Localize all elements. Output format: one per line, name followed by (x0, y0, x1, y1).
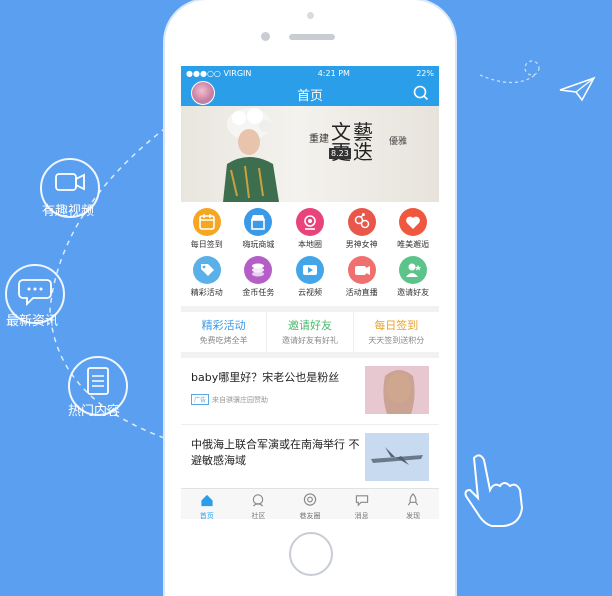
search-icon[interactable] (413, 85, 429, 101)
message-icon (355, 495, 368, 507)
tab-circle[interactable]: 巷友圈 (284, 489, 336, 519)
list-item[interactable]: 中俄海上联合军演或在南海举行 不避敏感海域 (181, 425, 439, 492)
grid-item[interactable]: 男神女神 (336, 208, 388, 250)
list-item[interactable]: baby哪里好？宋老公也是粉丝 广告 来自骐骥庄园赞助 (181, 358, 439, 425)
grid-item[interactable]: 唯美邂逅 (387, 208, 439, 250)
promo-strip: 精彩活动 免费吃烤全羊 邀请好友 邀请好友有好礼 每日签到 天天签到送积分 (181, 312, 439, 352)
grid-item[interactable]: 邀请好友 (387, 256, 439, 298)
community-icon (253, 494, 264, 507)
gender-icon (347, 208, 376, 236)
grid-item-label: 云视频 (297, 288, 322, 297)
news-thumbnail (365, 433, 429, 481)
tab-home[interactable]: 首页 (181, 489, 233, 519)
circle-icon (303, 493, 317, 506)
news-title: baby哪里好？宋老公也是粉丝 (191, 371, 340, 384)
banner-date: 8.23 (329, 148, 351, 159)
tag-icon (192, 256, 221, 284)
news-thumbnail (365, 366, 429, 414)
banner-side-text: 優雅 (389, 137, 408, 147)
sensor-dot (307, 12, 314, 19)
grid-item-label: 男神女神 (345, 240, 378, 249)
user-star-icon (399, 256, 428, 284)
grid-item-label: 本地圈 (297, 240, 322, 249)
news-source: 来自骐骥庄园赞助 (212, 395, 269, 404)
status-bar: ●●●○○ VIRGIN 4:21 PM 22% (181, 66, 439, 80)
grid-item-label: 每日签到 (190, 240, 223, 249)
tab-label: 消息 (354, 512, 369, 519)
tab-message[interactable]: 消息 (336, 489, 388, 519)
speaker-grille (289, 34, 335, 40)
battery-text: 22% (416, 68, 434, 78)
paper-plane-icon (559, 76, 596, 102)
tab-community[interactable]: 社区 (233, 489, 285, 519)
nav-bar: 首页 (181, 80, 439, 106)
grid-item[interactable]: 金币任务 (233, 256, 285, 298)
bottom-tab-bar: 首页 社区 巷友圈 消息 发现 (181, 488, 439, 519)
news-feed: baby哪里好？宋老公也是粉丝 广告 来自骐骥庄园赞助 中俄海上联合军演或在南海… (181, 358, 439, 492)
grid-item-label: 邀请好友 (397, 288, 430, 297)
news-meta: 广告 来自骐骥庄园赞助 (191, 394, 268, 405)
page-title: 首页 (296, 89, 323, 104)
grid-item-label: 精彩活动 (190, 288, 223, 297)
grid-item[interactable]: 嗨玩商城 (233, 208, 285, 250)
camera-icon (347, 256, 376, 284)
location-icon (295, 208, 324, 236)
heart-icon (399, 208, 428, 236)
app-screen: ●●●○○ VIRGIN 4:21 PM 22% 首页 重建 文藝 更迭 優雅 … (181, 66, 439, 519)
front-camera (261, 32, 270, 41)
grid-item[interactable]: 云视频 (284, 256, 336, 298)
grid-row: 每日签到 嗨玩商城 本地圈 男神女神 唯美邂逅 (181, 208, 439, 250)
promo-banner[interactable]: 重建 文藝 更迭 優雅 8.23 (181, 106, 439, 202)
grid-item-label: 嗨玩商城 (242, 240, 275, 249)
grid-item[interactable]: 活动直播 (336, 256, 388, 298)
grid-item-label: 唯美邂逅 (397, 240, 430, 249)
shop-icon (244, 208, 273, 236)
side-feature-label: 热门内容 (68, 404, 121, 419)
feature-grid: 每日签到 嗨玩商城 本地圈 男神女神 唯美邂逅 精彩活动 金币任务 云视频 活动直播 邀请好友 (181, 202, 439, 306)
grid-row: 精彩活动 金币任务 云视频 活动直播 邀请好友 (181, 256, 439, 298)
list-icon (87, 367, 109, 395)
tab-label: 巷友圈 (299, 512, 321, 519)
tab-label: 社区 (251, 512, 266, 519)
tab-label: 发现 (406, 512, 421, 519)
chat-icon (18, 279, 52, 307)
tab-label: 首页 (199, 512, 214, 519)
banner-line1: 重建 (309, 134, 329, 145)
side-feature-label: 最新资讯 (6, 314, 59, 329)
tab-rocket[interactable]: 发现 (387, 489, 439, 519)
grid-item[interactable]: 每日签到 (181, 208, 233, 250)
grid-item-label: 金币任务 (242, 288, 275, 297)
grid-item-label: 活动直播 (345, 288, 378, 297)
promo-invite[interactable]: 邀请好友 邀请好友有好礼 (267, 312, 354, 352)
side-feature-label: 有趣视频 (42, 204, 95, 219)
rocket-icon (408, 493, 419, 506)
home-button[interactable] (289, 532, 333, 576)
grid-item[interactable]: 精彩活动 (181, 256, 233, 298)
time-text: 4:21 PM (317, 68, 350, 78)
hand-pointer-icon (464, 454, 524, 527)
home-icon (201, 494, 213, 507)
promo-checkin[interactable]: 每日签到 天天签到送积分 (354, 312, 439, 352)
coins-icon (244, 256, 273, 284)
carrier-text: ●●●○○ VIRGIN (186, 68, 252, 78)
grid-item[interactable]: 本地圈 (284, 208, 336, 250)
calendar-icon (192, 208, 221, 236)
phone-frame: ●●●○○ VIRGIN 4:21 PM 22% 首页 重建 文藝 更迭 優雅 … (165, 0, 455, 596)
ad-badge: 广告 (191, 394, 210, 405)
video-icon (295, 256, 324, 284)
banner-model-image (223, 108, 279, 202)
news-title: 中俄海上联合军演或在南海举行 不避敏感海域 (191, 438, 360, 467)
promo-activity[interactable]: 精彩活动 免费吃烤全羊 (181, 312, 268, 352)
